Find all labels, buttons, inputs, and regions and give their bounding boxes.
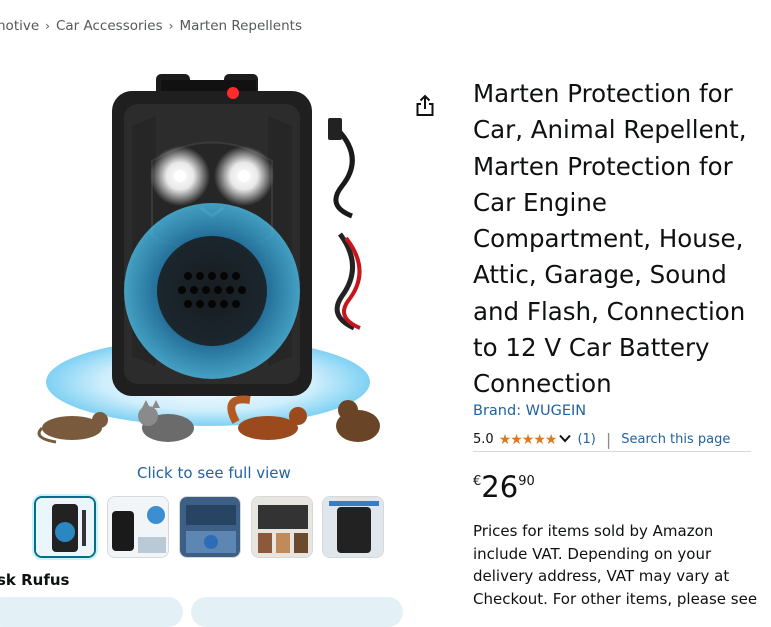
thumbnail-5[interactable] [322,496,384,558]
chevron-down-icon[interactable] [559,432,572,447]
product-title: Marten Protection for Car, Animal Repell… [473,79,747,399]
thumbnail-image [252,497,312,557]
rufus-question-chip[interactable] [0,597,183,627]
rating-row: 5.0 ★★★★★ (1) | Search this page [473,430,730,449]
price-fraction: 90 [518,474,535,489]
star-rating-icon[interactable]: ★★★★★ [499,432,558,448]
thumbnail-image [36,498,94,556]
rufus-question-chip[interactable] [191,597,403,627]
price-currency: € [473,474,482,489]
search-this-page-link[interactable]: Search this page [621,432,730,447]
brand-link[interactable]: Brand: WUGEIN [473,403,586,419]
breadcrumb-item-automotive[interactable]: notive [0,18,39,34]
product-photo [37,74,380,444]
rating-value: 5.0 [473,432,494,447]
thumbnail-4[interactable] [251,496,313,558]
breadcrumb-item-car-accessories[interactable]: Car Accessories [56,18,163,34]
thumbnail-2[interactable] [107,496,169,558]
breadcrumb: notive › Car Accessories › Marten Repellents [0,18,302,34]
main-product-image[interactable] [36,66,386,456]
review-count-link[interactable]: (1) [577,432,595,447]
rating-separator: | [605,430,612,449]
ask-rufus-heading: sk Rufus [0,571,70,589]
share-icon[interactable] [414,94,436,118]
breadcrumb-separator: › [168,19,174,33]
price: €2690 [473,470,535,504]
vat-note: Prices for items sold by Amazon include … [473,522,758,608]
price-whole: 26 [481,470,519,504]
thumbnail-image [108,497,168,557]
breadcrumb-separator: › [45,19,50,33]
thumbnail-1[interactable] [34,496,96,558]
thumbnail-image [323,497,383,557]
click-to-see-full-view-link[interactable]: Click to see full view [137,464,291,482]
thumbnail-3[interactable] [179,496,241,558]
thumbnail-image [180,497,240,557]
breadcrumb-item-marten-repellents[interactable]: Marten Repellents [179,18,302,34]
divider [473,451,751,452]
